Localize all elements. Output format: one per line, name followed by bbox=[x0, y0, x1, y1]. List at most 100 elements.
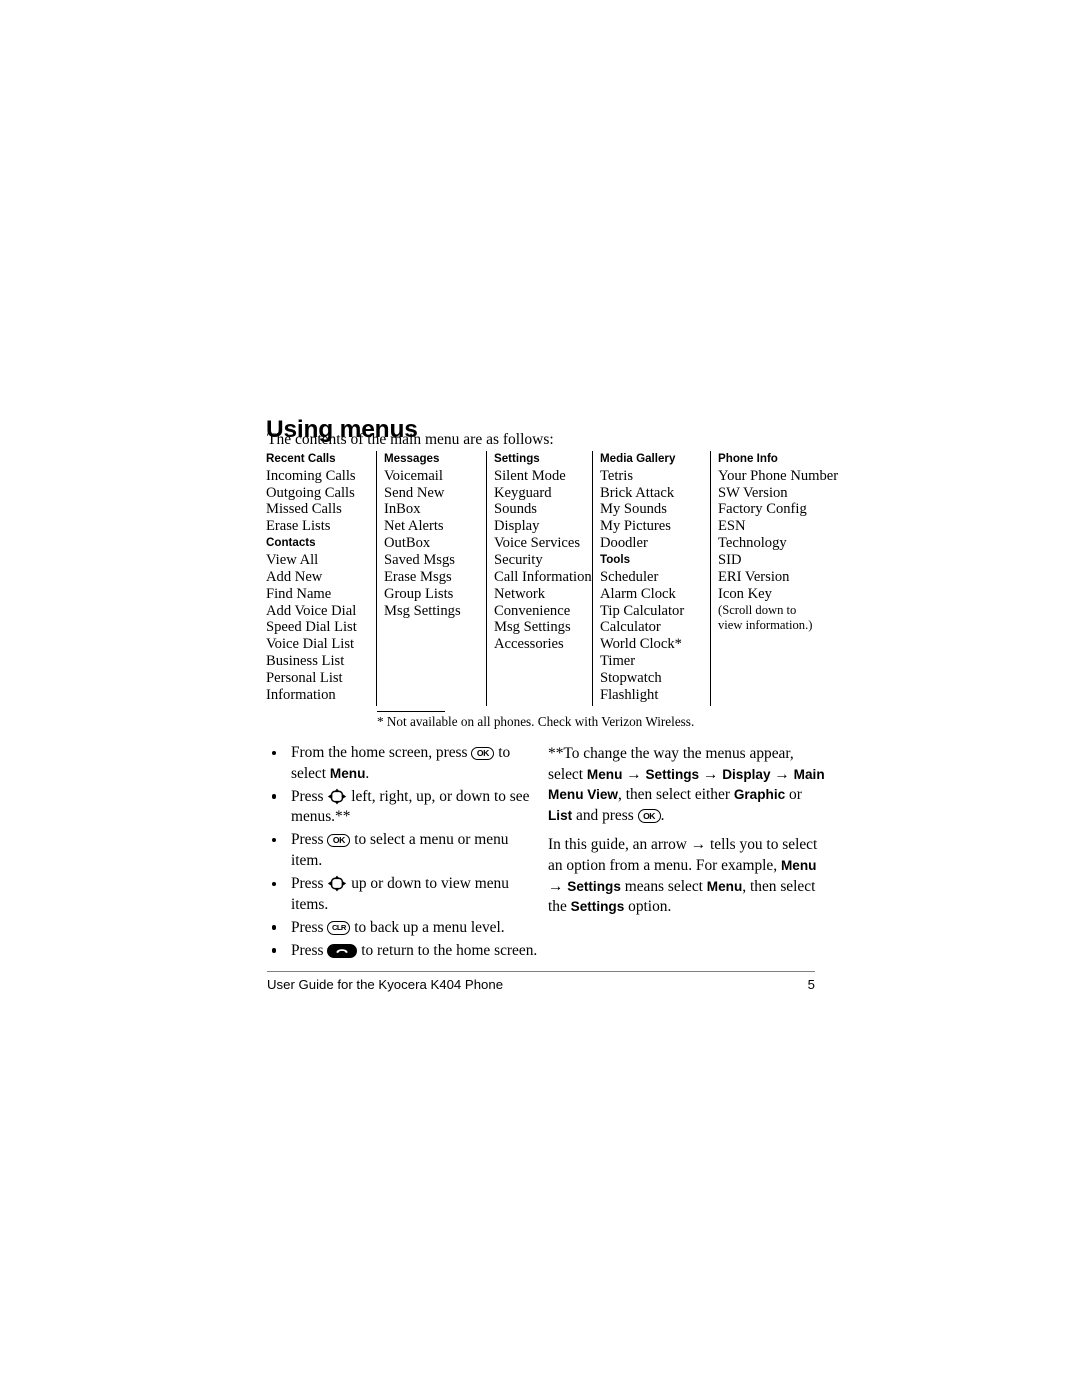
list-item: Press OK to select a menu or menu item. bbox=[268, 830, 540, 871]
menu-item: Speed Dial List bbox=[266, 619, 357, 636]
ok-key-icon: OK bbox=[327, 833, 351, 848]
bullet-text-pre: Press bbox=[291, 831, 328, 849]
menu-item: Stopwatch bbox=[600, 669, 662, 686]
bullet-text-mid: to back up a menu level. bbox=[350, 918, 505, 936]
navigation-pad-icon bbox=[327, 788, 347, 805]
menu-item: Timer bbox=[600, 653, 636, 670]
bullet-dot-icon bbox=[272, 794, 277, 799]
ok-key-label: OK bbox=[332, 835, 345, 846]
navigation-pad-glyph bbox=[328, 788, 347, 805]
menu-item: Alarm Clock bbox=[600, 585, 676, 602]
bullet-text-mid: to return to the home screen. bbox=[357, 941, 538, 959]
menu-item: Voice Dial List bbox=[266, 636, 355, 653]
note2-pre: In this guide, an arrow bbox=[548, 836, 691, 854]
intro-text: The contents of the main menu are as fol… bbox=[267, 431, 554, 448]
bullet-text-post: . bbox=[365, 764, 370, 782]
menu-item: Tetris bbox=[600, 467, 634, 484]
option-graphic: Graphic bbox=[733, 787, 786, 803]
menu-item: Flashlight bbox=[600, 686, 659, 703]
note-or: or bbox=[785, 786, 802, 804]
menu-item: Scheduler bbox=[600, 568, 659, 585]
phone-handset-glyph bbox=[336, 949, 348, 954]
list-item: Press up or down to view menu items. bbox=[268, 874, 540, 915]
menu-item: Brick Attack bbox=[600, 484, 675, 501]
menu-column-header: Messages bbox=[384, 452, 440, 465]
bullet-text-pre: Press bbox=[291, 787, 328, 805]
list-item: From the home screen, press OK to select… bbox=[268, 743, 540, 784]
menu-item: Silent Mode bbox=[494, 467, 566, 484]
menu-item: Sounds bbox=[494, 501, 537, 518]
menu-item: SID bbox=[718, 552, 742, 569]
menu-item: Find Name bbox=[266, 585, 332, 602]
end-call-key-icon bbox=[327, 944, 358, 958]
footer-divider bbox=[267, 971, 815, 972]
footnote-divider bbox=[377, 711, 445, 712]
menu-column-subheader: Tools bbox=[600, 553, 631, 567]
bullet-text-pre: Press bbox=[291, 941, 328, 959]
bullet-dot-icon bbox=[272, 750, 277, 755]
bullet-text-bold: Menu bbox=[329, 765, 366, 781]
path-step: Menu bbox=[780, 857, 817, 873]
menu-column-recent-calls: Recent Calls Incoming Calls Outgoing Cal… bbox=[266, 451, 376, 706]
path-step: Menu bbox=[706, 878, 743, 894]
page-number: 5 bbox=[807, 977, 815, 992]
menu-item: My Sounds bbox=[600, 501, 667, 518]
menu-column-note: (Scroll down to view information.) bbox=[718, 602, 813, 633]
ok-key-label: OK bbox=[643, 810, 656, 821]
menu-item: Incoming Calls bbox=[266, 467, 356, 484]
arrow-glyph: → bbox=[770, 765, 794, 783]
path-step: Settings bbox=[645, 766, 700, 782]
menu-item: View All bbox=[266, 551, 319, 568]
bullet-dot-icon bbox=[272, 925, 277, 930]
clr-key-label: CLR bbox=[331, 922, 346, 932]
ok-key-icon: OK bbox=[471, 746, 495, 760]
menu-column-header: Recent Calls bbox=[266, 452, 336, 465]
note2-mid2: means select bbox=[620, 877, 707, 895]
bullet-text-pre: Press bbox=[291, 918, 328, 936]
menu-view-note: **To change the way the menus appear, se… bbox=[548, 744, 828, 927]
menu-item: Erase Msgs bbox=[384, 568, 452, 585]
option-list: List bbox=[548, 807, 573, 823]
menu-item: Voice Services bbox=[494, 535, 581, 552]
note-end: . bbox=[660, 806, 665, 824]
menu-column-phone-info: Phone Info Your Phone Number SW Version … bbox=[710, 451, 838, 706]
menu-item: Doodler bbox=[600, 535, 648, 552]
note2-post: option. bbox=[624, 898, 672, 916]
menu-item: Saved Msgs bbox=[384, 552, 455, 569]
menu-item: Msg Settings bbox=[494, 619, 571, 636]
clr-key-icon: CLR bbox=[327, 921, 351, 935]
note-paragraph-2: In this guide, an arrow → tells you to s… bbox=[548, 835, 828, 917]
bullet-dot-icon bbox=[272, 837, 277, 843]
menu-item: My Pictures bbox=[600, 518, 671, 535]
menu-item: Security bbox=[494, 552, 543, 569]
menu-item: Technology bbox=[718, 535, 787, 552]
arrow-glyph: → bbox=[699, 765, 723, 783]
bullet-dot-icon bbox=[272, 881, 277, 886]
menu-item: Erase Lists bbox=[266, 518, 331, 535]
menu-item: Tip Calculator bbox=[600, 602, 685, 619]
menu-item: Group Lists bbox=[384, 585, 454, 602]
note-paragraph-1: **To change the way the menus appear, se… bbox=[548, 744, 828, 826]
menu-column-header: Settings bbox=[494, 452, 540, 465]
menu-column-subheader: Contacts bbox=[266, 536, 316, 550]
menu-item: Msg Settings bbox=[384, 602, 461, 619]
note-post: and press bbox=[572, 806, 638, 824]
ok-key-label: OK bbox=[476, 748, 489, 758]
bullet-text-pre: From the home screen, press bbox=[291, 744, 472, 761]
menu-item: Outgoing Calls bbox=[266, 484, 355, 501]
menu-item: Send New bbox=[384, 484, 445, 501]
path-step: Settings bbox=[570, 899, 625, 915]
path-step: Menu bbox=[586, 766, 623, 782]
menu-item: Keyguard bbox=[494, 484, 552, 501]
menu-item: Accessories bbox=[494, 636, 564, 653]
menu-column-messages: Messages Voicemail Send New InBox Net Al… bbox=[376, 451, 486, 706]
list-item: Press left, right, up, or down to see me… bbox=[268, 787, 540, 828]
note-mid: , then select either bbox=[618, 786, 734, 804]
path-step: Display bbox=[722, 766, 771, 782]
path-step: Settings bbox=[567, 878, 621, 894]
menu-item: Add Voice Dial bbox=[266, 602, 357, 619]
navigation-pad-glyph bbox=[328, 875, 347, 892]
menu-item: Factory Config bbox=[718, 501, 807, 518]
list-item: Press to return to the home screen. bbox=[268, 941, 540, 962]
menu-item: Display bbox=[494, 518, 540, 535]
